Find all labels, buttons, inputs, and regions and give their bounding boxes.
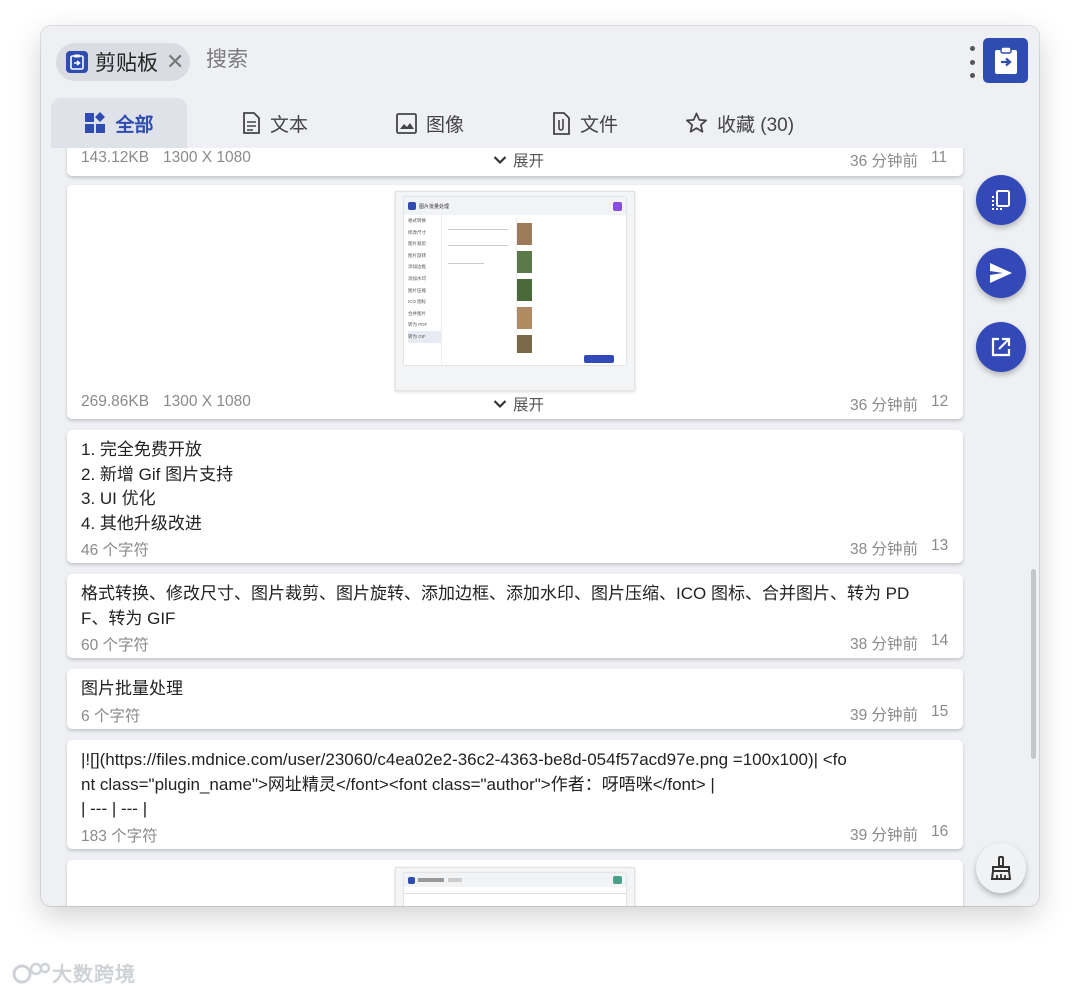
- open-external-button[interactable]: [976, 322, 1026, 372]
- text-line: 1. 完全免费开放: [81, 440, 202, 459]
- thumb-menu-item: 图片压缩: [408, 287, 426, 293]
- expand-button[interactable]: 展开: [493, 393, 544, 415]
- chevron-down-icon: [493, 156, 507, 165]
- tab-all[interactable]: 全部: [51, 98, 187, 148]
- clipboard-list: 143.12KB 1300 X 1080 展开 36 分钟前 11 图片批量处理: [41, 148, 1039, 906]
- app-logo-icon[interactable]: [983, 38, 1028, 83]
- thumb-menu-item: ICO 图标: [408, 299, 427, 305]
- item-text: 格式转换、修改尺寸、图片裁剪、图片旋转、添加边框、添加水印、图片压缩、ICO 图…: [81, 582, 951, 631]
- clipboard-window: 剪贴板 ✕ 全部 文本 图像 文件 收藏 (30): [41, 26, 1039, 906]
- chip-label: 剪贴板: [95, 52, 158, 75]
- clipboard-item-text[interactable]: 格式转换、修改尺寸、图片裁剪、图片旋转、添加边框、添加水印、图片压缩、ICO 图…: [67, 574, 963, 658]
- watermark-logo: 大数跨境: [10, 958, 136, 987]
- text-line: 格式转换、修改尺寸、图片裁剪、图片旋转、添加边框、添加水印、图片压缩、ICO 图…: [81, 584, 910, 603]
- top-bar: 剪贴板 ✕: [41, 26, 1039, 98]
- thumb-menu-item: 图片裁剪: [408, 241, 426, 247]
- clipboard-filter-chip[interactable]: 剪贴板 ✕: [56, 43, 190, 81]
- expand-label: 展开: [513, 397, 545, 414]
- tab-favorites[interactable]: 收藏 (30): [685, 98, 794, 148]
- document-icon: [243, 112, 260, 134]
- clipboard-item-image[interactable]: 143.12KB 1300 X 1080 展开 36 分钟前 11: [67, 148, 963, 176]
- tab-image[interactable]: 图像: [396, 98, 464, 148]
- image-thumbnail: 图片批量处理 格式转换 修改尺寸 图片裁剪 图片旋转 添加边框 添加水印 图片压…: [395, 191, 635, 391]
- close-icon[interactable]: ✕: [166, 51, 184, 73]
- item-char-count: 60 个字符: [81, 637, 150, 654]
- thumb-menu-item: 修改尺寸: [408, 229, 426, 235]
- text-line: 4. 其他升级改进: [81, 513, 202, 533]
- item-time: 39 分钟前: [850, 707, 919, 724]
- item-dimensions: 1300 X 1080: [163, 393, 251, 410]
- clipboard-item-image[interactable]: 图片批量处理 格式转换 修改尺寸 图片裁剪 图片旋转 添加边框 添加水印 图片压…: [67, 185, 963, 419]
- thumb-app-tab: 图片批量处理: [419, 203, 450, 210]
- item-index: 15: [931, 703, 949, 720]
- item-index: 11: [931, 149, 948, 166]
- item-char-count: 183 个字符: [81, 828, 158, 845]
- item-index: 12: [931, 393, 949, 410]
- clipboard-item-text[interactable]: |![](https://files.mdnice.com/user/23060…: [67, 740, 963, 849]
- tab-text[interactable]: 文本: [241, 98, 308, 148]
- tab-text-label: 文本: [270, 114, 309, 136]
- broom-clear-icon: [990, 856, 1012, 880]
- copy-button[interactable]: [976, 175, 1026, 225]
- item-text: |![](https://files.mdnice.com/user/23060…: [81, 748, 951, 822]
- thumb-menu-item: 转为 GIF: [408, 330, 441, 343]
- expand-label: 展开: [513, 153, 545, 170]
- thumb-menu-item: 转为 PDF: [408, 322, 428, 328]
- send-icon: [990, 263, 1012, 283]
- tab-image-label: 图像: [426, 114, 465, 136]
- open-external-icon: [991, 337, 1011, 357]
- text-line: |![](https://files.mdnice.com/user/23060…: [81, 750, 847, 769]
- thumb-menu-item: 添加水印: [408, 275, 426, 281]
- scrollbar[interactable]: [1031, 569, 1036, 759]
- thumb-menu-item: 格式转换: [408, 218, 426, 223]
- item-time: 38 分钟前: [850, 541, 919, 558]
- text-line: | --- | --- |: [81, 799, 148, 819]
- clear-button[interactable]: [976, 843, 1026, 893]
- item-size: 269.86KB: [81, 393, 150, 410]
- copy-icon: [992, 190, 1010, 210]
- item-char-count: 6 个字符: [81, 708, 141, 725]
- clipboard-icon: [66, 51, 88, 73]
- clipboard-item-text[interactable]: 1. 完全免费开放 2. 新增 Gif 图片支持 3. UI 优化 4. 其他升级改进…: [67, 430, 963, 563]
- image-thumbnail: [395, 867, 635, 906]
- category-tabs: 全部 文本 图像 文件 收藏 (30): [51, 98, 1029, 148]
- chevron-down-icon: [493, 400, 507, 409]
- send-button[interactable]: [976, 248, 1026, 298]
- item-char-count: 46 个字符: [81, 542, 150, 559]
- star-icon: [686, 112, 707, 133]
- item-index: 16: [931, 823, 949, 840]
- item-time: 39 分钟前: [850, 827, 919, 844]
- image-icon: [396, 112, 417, 134]
- more-menu-icon[interactable]: [967, 46, 977, 78]
- item-text: 图片批量处理: [81, 677, 951, 702]
- item-index: 14: [931, 632, 949, 649]
- item-time: 38 分钟前: [850, 636, 919, 653]
- text-line: F、转为 GIF: [81, 608, 176, 628]
- thumb-menu-item: 添加边框: [408, 264, 426, 270]
- tab-file-label: 文件: [580, 114, 619, 136]
- item-time: 36 分钟前: [850, 397, 919, 414]
- tab-favorites-label: 收藏 (30): [717, 114, 795, 136]
- text-line: nt class="plugin_name">网址精灵</font><font …: [81, 774, 715, 794]
- watermark-text: 大数跨境: [52, 964, 136, 986]
- clipboard-item-text[interactable]: 图片批量处理 6 个字符 39 分钟前 15: [67, 669, 963, 729]
- item-text: 1. 完全免费开放 2. 新增 Gif 图片支持 3. UI 优化 4. 其他升级改进: [81, 438, 951, 536]
- text-line: 图片批量处理: [81, 679, 183, 698]
- thumb-menu-item: 合并图片: [408, 310, 426, 316]
- dashboard-icon: [85, 112, 106, 133]
- clipboard-item-image[interactable]: [67, 860, 963, 906]
- thumb-menu-item: 图片旋转: [408, 252, 426, 258]
- text-line: 3. UI 优化: [81, 489, 156, 509]
- expand-button[interactable]: 展开: [493, 149, 544, 171]
- tab-all-label: 全部: [115, 114, 154, 136]
- item-size: 143.12KB: [81, 149, 150, 166]
- text-line: 2. 新增 Gif 图片支持: [81, 464, 234, 484]
- item-time: 36 分钟前: [850, 153, 919, 170]
- watermark-icon: [12, 962, 51, 983]
- paperclip-file-icon: [553, 111, 570, 135]
- item-index: 13: [931, 537, 949, 554]
- tab-file[interactable]: 文件: [551, 98, 618, 148]
- item-dimensions: 1300 X 1080: [163, 149, 251, 166]
- search-input[interactable]: [206, 48, 906, 72]
